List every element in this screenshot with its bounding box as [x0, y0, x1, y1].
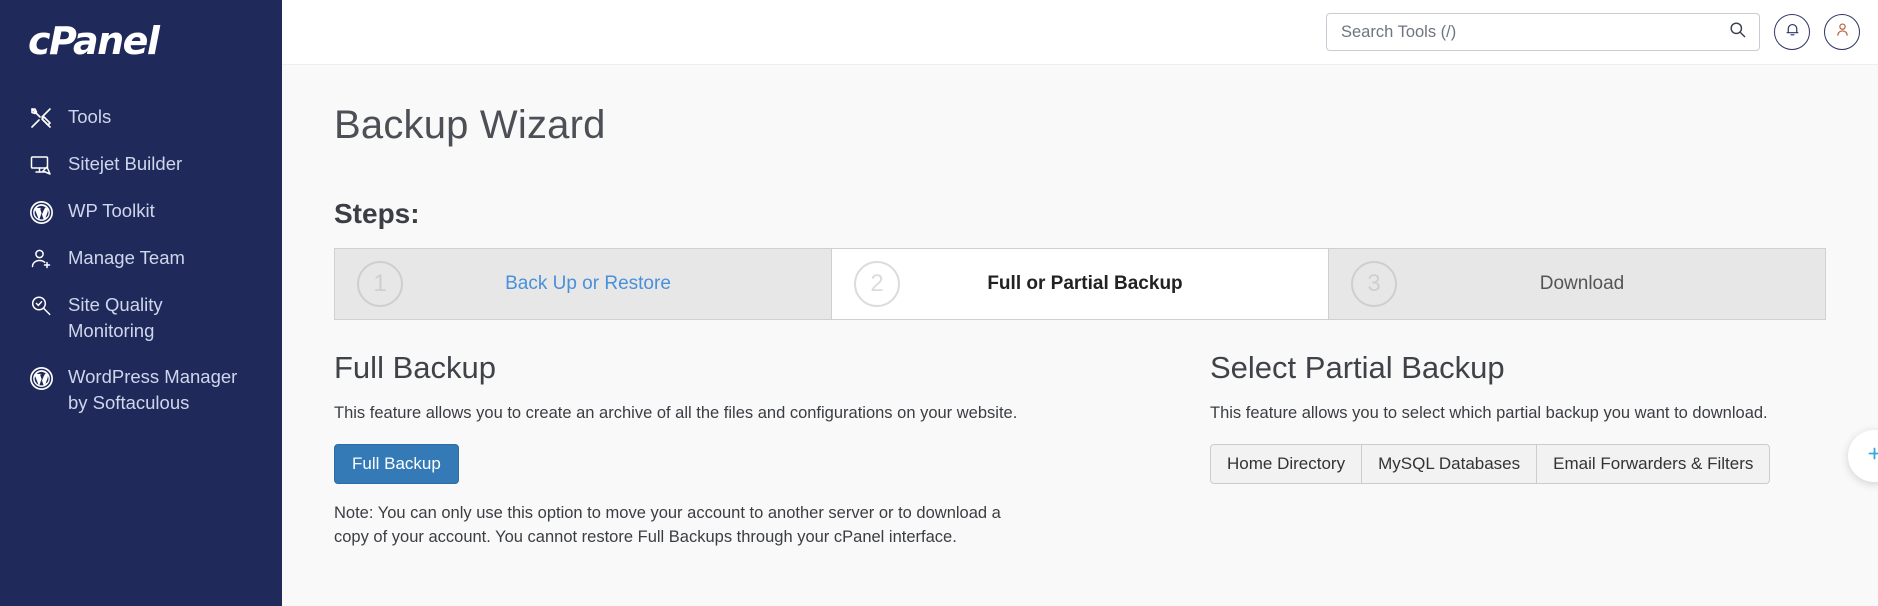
full-backup-description: This feature allows you to create an arc…	[334, 404, 1018, 422]
step-number: 1	[357, 261, 403, 307]
sidebar-item-wp-toolkit[interactable]: WP Toolkit	[0, 188, 282, 235]
partial-backup-button-group: Home Directory MySQL Databases Email For…	[1210, 443, 1826, 484]
brand-logo[interactable]: cPanel	[0, 0, 282, 78]
steps-heading: Steps:	[334, 198, 420, 229]
app-root: cPanel Tools Sitejet Builder WP Toolkit …	[0, 0, 1878, 606]
search-icon[interactable]	[1728, 20, 1747, 44]
step-label: Full or Partial Backup	[987, 273, 1183, 294]
page-content: Backup Wizard Steps: 1 Back Up or Restor…	[282, 103, 1878, 606]
wordpress-icon	[28, 365, 54, 391]
email-forwarders-filters-button[interactable]: Email Forwarders & Filters	[1536, 443, 1771, 484]
sidebar-nav: Tools Sitejet Builder WP Toolkit Manage …	[0, 94, 282, 426]
wordpress-icon	[28, 199, 54, 225]
magnifier-check-icon	[28, 293, 54, 319]
wizard-columns: Full Backup This feature allows you to c…	[334, 350, 1826, 566]
page-title: Backup Wizard	[334, 103, 606, 147]
sidebar-item-label: Tools	[68, 106, 112, 127]
full-backup-button[interactable]: Full Backup	[334, 443, 459, 484]
sidebar-item-tools[interactable]: Tools	[0, 94, 282, 141]
partial-backup-title: Select Partial Backup	[1210, 350, 1505, 385]
monitor-pencil-icon	[28, 152, 54, 178]
sidebar-item-label: WordPress Manager by Softaculous	[68, 366, 238, 413]
user-icon	[1834, 21, 1851, 43]
step-1-back-up-or-restore[interactable]: 1 Back Up or Restore	[335, 249, 832, 319]
step-label: Download	[1539, 273, 1625, 294]
sidebar-item-manage-team[interactable]: Manage Team	[0, 235, 282, 282]
sidebar-item-site-quality-monitoring[interactable]: Site Quality Monitoring	[0, 282, 282, 354]
notifications-button[interactable]	[1774, 14, 1810, 50]
tools-icon	[28, 105, 54, 131]
step-2-full-or-partial-backup[interactable]: 2 Full or Partial Backup	[832, 249, 1329, 319]
step-3-download[interactable]: 3 Download	[1329, 249, 1825, 319]
cpanel-logo-text: cPanel	[28, 19, 160, 63]
sidebar-item-label: Manage Team	[68, 247, 185, 268]
plus-icon	[1866, 445, 1878, 467]
partial-backup-section: Select Partial Backup This feature allow…	[1080, 350, 1826, 566]
steps-bar: 1 Back Up or Restore 2 Full or Partial B…	[334, 248, 1826, 320]
home-directory-button[interactable]: Home Directory	[1210, 443, 1363, 484]
sidebar-item-label: Sitejet Builder	[68, 153, 183, 174]
step-label: Back Up or Restore	[505, 273, 671, 294]
mysql-databases-button[interactable]: MySQL Databases	[1361, 443, 1538, 484]
top-bar	[282, 0, 1878, 65]
sidebar: cPanel Tools Sitejet Builder WP Toolkit …	[0, 0, 282, 606]
account-button[interactable]	[1824, 14, 1860, 50]
sidebar-item-label: WP Toolkit	[68, 200, 155, 221]
user-plus-icon	[28, 246, 54, 272]
full-backup-note: Note: You can only use this option to mo…	[334, 503, 1001, 546]
sidebar-item-wordpress-manager-by-softaculous[interactable]: WordPress Manager by Softaculous	[0, 354, 282, 426]
sidebar-item-label: Site Quality Monitoring	[68, 294, 163, 341]
bell-icon	[1784, 21, 1801, 43]
search-box[interactable]	[1326, 13, 1760, 51]
step-number: 2	[854, 261, 900, 307]
full-backup-section: Full Backup This feature allows you to c…	[334, 350, 1080, 566]
sidebar-item-sitejet-builder[interactable]: Sitejet Builder	[0, 141, 282, 188]
partial-backup-description: This feature allows you to select which …	[1210, 404, 1768, 422]
main-area: Backup Wizard Steps: 1 Back Up or Restor…	[282, 0, 1878, 606]
full-backup-title: Full Backup	[334, 350, 496, 385]
step-number: 3	[1351, 261, 1397, 307]
search-input[interactable]	[1339, 21, 1728, 43]
